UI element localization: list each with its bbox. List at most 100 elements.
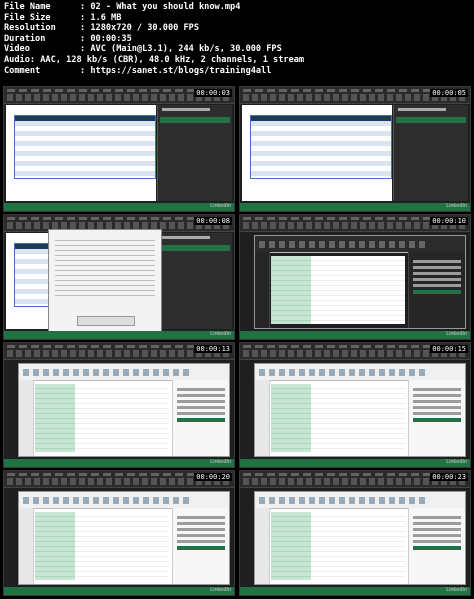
- applied-step[interactable]: [413, 290, 461, 294]
- applied-step[interactable]: [413, 272, 461, 275]
- applied-step[interactable]: [413, 546, 461, 550]
- applied-step[interactable]: [177, 534, 225, 537]
- selected-query[interactable]: [160, 245, 230, 251]
- info-value: : 1.6 MB: [80, 12, 122, 23]
- info-value: : 00:00:35: [80, 33, 132, 44]
- query-settings-pane: [172, 380, 229, 456]
- query-settings-pane: [408, 508, 465, 584]
- applied-step[interactable]: [413, 260, 461, 263]
- status-bar: [240, 331, 470, 339]
- thumbnail-timestamp: 00:00:20: [194, 473, 232, 481]
- dialog-window: [48, 229, 162, 335]
- ribbon-tabs: [7, 345, 194, 348]
- selected-column[interactable]: [35, 512, 76, 580]
- selected-query[interactable]: [396, 117, 466, 123]
- info-key: Video: [4, 44, 30, 55]
- status-bar: [4, 331, 234, 339]
- video-thumbnail[interactable]: 00:00:08 LinkedIn: [3, 214, 235, 340]
- dialog-button[interactable]: [77, 316, 135, 326]
- selected-query[interactable]: [160, 117, 230, 123]
- data-preview: [35, 384, 169, 452]
- applied-step[interactable]: [413, 534, 461, 537]
- applied-step[interactable]: [177, 540, 225, 543]
- video-thumbnail[interactable]: 00:00:05 LinkedIn: [239, 86, 471, 212]
- applied-step[interactable]: [413, 522, 461, 525]
- file-info-block: File Name: 02 - What you should know.mp4…: [4, 2, 304, 76]
- selected-column[interactable]: [271, 256, 312, 324]
- editor-ribbon: [19, 364, 229, 381]
- applied-step[interactable]: [177, 388, 225, 391]
- editor-ribbon: [19, 492, 229, 509]
- applied-step[interactable]: [413, 516, 461, 519]
- editor-ribbon: [255, 236, 465, 253]
- power-query-editor: [18, 363, 230, 457]
- selected-column[interactable]: [271, 384, 312, 452]
- dialog-content: [55, 240, 155, 300]
- info-key: Resolution: [4, 23, 56, 34]
- pane-title: [162, 108, 210, 111]
- applied-step[interactable]: [177, 516, 225, 519]
- applied-step[interactable]: [177, 546, 225, 550]
- info-value: : 1280x720 / 30.000 FPS: [80, 23, 199, 34]
- query-settings-pane: [408, 252, 465, 328]
- applied-step[interactable]: [177, 418, 225, 422]
- status-bar: [240, 203, 470, 211]
- status-bar: [4, 587, 234, 595]
- info-row-file-size: File Size: 1.6 MB: [4, 13, 304, 24]
- video-thumbnail[interactable]: 00:00:03 LinkedIn: [3, 86, 235, 212]
- thumbnail-timestamp: 00:00:23: [430, 473, 468, 481]
- worksheet-area: [6, 105, 156, 201]
- info-key: Comment: [4, 65, 41, 76]
- applied-step[interactable]: [413, 540, 461, 543]
- applied-step[interactable]: [413, 388, 461, 391]
- thumbnail-timestamp: 00:00:03: [194, 89, 232, 97]
- video-thumbnail[interactable]: 00:00:20 LinkedIn: [3, 470, 235, 596]
- info-row-resolution: Resolution : 1280x720 / 30.000 FPS: [4, 23, 304, 34]
- applied-step[interactable]: [413, 394, 461, 397]
- queries-connections-pane: [157, 233, 232, 329]
- applied-step[interactable]: [413, 284, 461, 287]
- ribbon-tabs: [243, 473, 430, 476]
- applied-step[interactable]: [413, 400, 461, 403]
- linkedin-watermark: LinkedIn: [210, 203, 231, 209]
- table-header: [251, 116, 391, 121]
- ribbon-tabs: [243, 89, 430, 92]
- applied-step[interactable]: [413, 418, 461, 422]
- applied-step[interactable]: [177, 412, 225, 415]
- info-key: Duration: [4, 33, 46, 44]
- applied-step[interactable]: [413, 412, 461, 415]
- info-row-comment: Comment: https://sanet.st/blogs/training…: [4, 66, 304, 77]
- info-row-file-name: File Name: 02 - What you should know.mp4: [4, 2, 304, 13]
- applied-step[interactable]: [177, 522, 225, 525]
- video-thumbnail[interactable]: 00:00:23 LinkedIn: [239, 470, 471, 596]
- queries-nav: [255, 252, 270, 328]
- linkedin-watermark: LinkedIn: [446, 587, 467, 593]
- applied-step[interactable]: [413, 406, 461, 409]
- editor-ribbon: [255, 492, 465, 509]
- video-thumbnail[interactable]: 00:00:10 LinkedIn: [239, 214, 471, 340]
- queries-nav: [19, 508, 34, 584]
- info-row-audio: Audio: AAC, 128 kb/s (CBR), 48.0 kHz, 2 …: [4, 55, 304, 66]
- thumbnail-timestamp: 00:00:13: [194, 345, 232, 353]
- query-settings-pane: [408, 380, 465, 456]
- thumbnail-timestamp: 00:00:08: [194, 217, 232, 225]
- table-header: [15, 116, 155, 121]
- thumbnail-timestamp: 00:00:15: [430, 345, 468, 353]
- applied-step[interactable]: [177, 406, 225, 409]
- video-thumbnail[interactable]: 00:00:15 LinkedIn: [239, 342, 471, 468]
- selected-column[interactable]: [271, 512, 312, 580]
- selected-column[interactable]: [35, 384, 76, 452]
- applied-step[interactable]: [177, 400, 225, 403]
- applied-step[interactable]: [177, 394, 225, 397]
- video-thumbnail[interactable]: 00:00:13 LinkedIn: [3, 342, 235, 468]
- info-key: Audio: [4, 54, 30, 65]
- data-preview: [271, 512, 405, 580]
- info-row-duration: Duration : 00:00:35: [4, 34, 304, 45]
- thumbnail-timestamp: 00:00:05: [430, 89, 468, 97]
- ribbon-tabs: [7, 473, 194, 476]
- editor-ribbon: [255, 364, 465, 381]
- applied-step[interactable]: [413, 266, 461, 269]
- applied-step[interactable]: [177, 528, 225, 531]
- applied-step[interactable]: [413, 278, 461, 281]
- applied-step[interactable]: [413, 528, 461, 531]
